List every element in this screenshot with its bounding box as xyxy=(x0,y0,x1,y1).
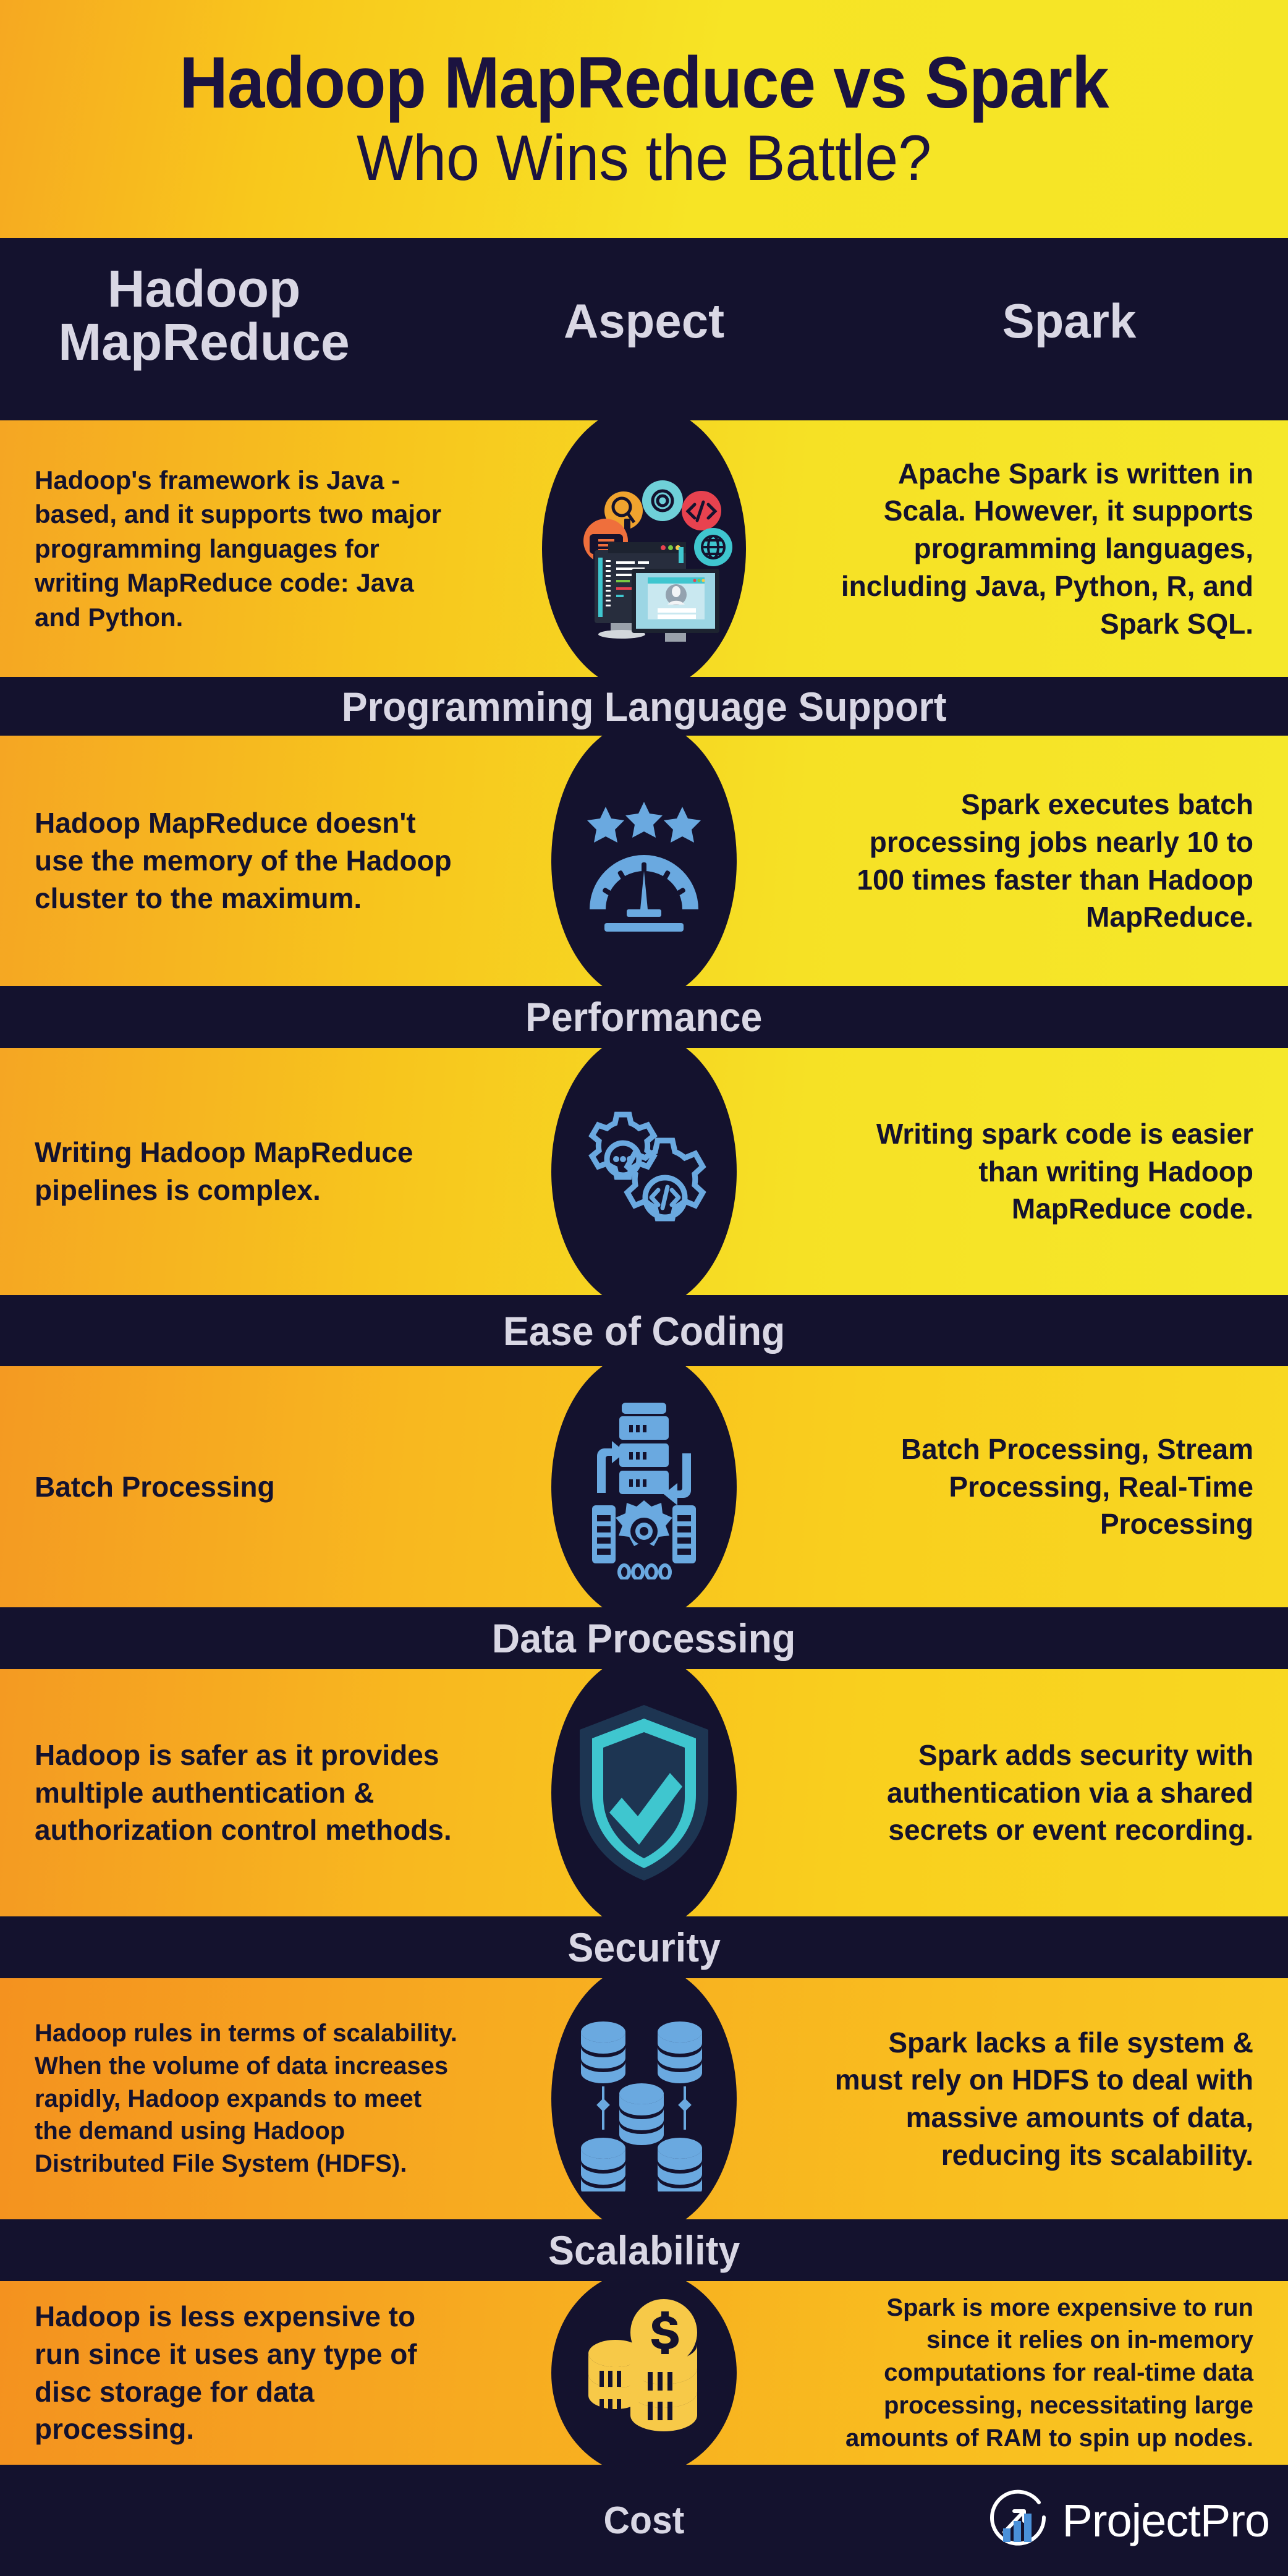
column-title-spark: Spark xyxy=(1002,294,1137,348)
spark-cell: Spark executes batch processing jobs nea… xyxy=(800,736,1288,986)
shield-check-icon xyxy=(551,1700,737,1885)
hadoop-cell: Writing Hadoop MapReduce pipelines is co… xyxy=(0,1048,488,1295)
spark-cell-text: Spark lacks a file system & must rely on… xyxy=(834,2026,1253,2171)
comparison-row: Hadoop is less expensive to run since it… xyxy=(0,2281,1288,2465)
page-subtitle: Who Wins the Battle? xyxy=(356,122,931,195)
spark-cell: Writing spark code is easier than writin… xyxy=(800,1048,1288,1295)
spark-cell: Spark lacks a file system & must rely on… xyxy=(800,1978,1288,2219)
spark-cell-text: Spark executes batch processing jobs nea… xyxy=(857,788,1253,933)
aspect-label: Scalability xyxy=(548,2227,740,2273)
spark-cell-text: Spark is more expensive to run since it … xyxy=(845,2293,1253,2452)
footer-bar: Cost ProjectPro xyxy=(0,2465,1288,2576)
hadoop-cell-text: Hadoop's framework is Java -based, and i… xyxy=(35,465,442,632)
hadoop-cell-text: Writing Hadoop MapReduce pipelines is co… xyxy=(35,1136,413,1206)
hadoop-cell: Hadoop's framework is Java -based, and i… xyxy=(0,420,488,677)
speedometer-icon xyxy=(551,768,737,954)
comparison-row: Hadoop is safer as it provides multiple … xyxy=(0,1669,1288,1916)
spark-cell: Spark is more expensive to run since it … xyxy=(800,2281,1288,2465)
spark-cell-text: Spark adds security with authentication … xyxy=(886,1738,1253,1847)
database-cluster-icon xyxy=(551,2006,737,2191)
growth-chart-circle-icon xyxy=(989,2489,1046,2546)
spark-cell: Batch Processing, Stream Processing, Rea… xyxy=(800,1366,1288,1607)
brand-name: ProjectPro xyxy=(1062,2494,1270,2546)
coding-workstation-icon xyxy=(551,456,737,642)
hadoop-cell: Batch Processing xyxy=(0,1366,488,1607)
gears-code-icon xyxy=(551,1079,737,1264)
hadoop-cell: Hadoop MapReduce doesn't use the memory … xyxy=(0,736,488,986)
hadoop-cell: Hadoop rules in terms of scalability. Wh… xyxy=(0,1978,488,2219)
spark-cell: Apache Spark is written in Scala. Howeve… xyxy=(800,420,1288,677)
aspect-label: Performance xyxy=(525,994,763,1040)
comparison-row: Writing Hadoop MapReduce pipelines is co… xyxy=(0,1048,1288,1295)
infographic-page: Hadoop MapReduce vs Spark Who Wins the B… xyxy=(0,0,1288,2576)
spark-cell-text: Batch Processing, Stream Processing, Rea… xyxy=(900,1432,1253,1541)
aspect-label: Cost xyxy=(603,2499,685,2542)
aspect-label: Security xyxy=(567,1924,721,1970)
aspect-label: Ease of Coding xyxy=(502,1307,786,1354)
hadoop-cell-text: Hadoop is less expensive to run since it… xyxy=(35,2300,417,2446)
hadoop-cell-text: Batch Processing xyxy=(35,1470,275,1503)
aspect-label-bar: Ease of Coding xyxy=(0,1295,1288,1366)
spark-cell: Spark adds security with authentication … xyxy=(800,1669,1288,1916)
hadoop-cell: Hadoop is less expensive to run since it… xyxy=(0,2281,488,2465)
coin-stack-icon xyxy=(551,2287,737,2460)
server-pipeline-icon xyxy=(551,1394,737,1579)
column-title-hadoop-line1: Hadoop xyxy=(107,260,301,318)
aspect-label-bar: Scalability xyxy=(0,2219,1288,2281)
aspect-label-bar: Data Processing xyxy=(0,1607,1288,1669)
hadoop-cell: Hadoop is safer as it provides multiple … xyxy=(0,1669,488,1916)
aspect-label-bar: Performance xyxy=(0,986,1288,1048)
hadoop-cell-text: Hadoop MapReduce doesn't use the memory … xyxy=(35,807,452,914)
column-title-hadoop: Hadoop MapReduce xyxy=(12,260,396,371)
column-header-row: Hadoop MapReduce Aspect Spark xyxy=(0,238,1288,420)
hadoop-cell-text: Hadoop is safer as it provides multiple … xyxy=(35,1738,452,1847)
brand-logo[interactable]: ProjectPro xyxy=(986,2486,1270,2554)
hadoop-cell-text: Hadoop rules in terms of scalability. Wh… xyxy=(35,2020,457,2178)
spark-cell-text: Writing spark code is easier than writin… xyxy=(876,1117,1253,1225)
aspect-label-bar: Security xyxy=(0,1916,1288,1978)
aspect-label: Programming Language Support xyxy=(341,683,947,729)
comparison-row: Hadoop's framework is Java -based, and i… xyxy=(0,420,1288,677)
aspect-label: Data Processing xyxy=(492,1615,796,1661)
column-title-aspect: Aspect xyxy=(563,294,725,348)
spark-cell-text: Apache Spark is written in Scala. Howeve… xyxy=(841,457,1253,640)
comparison-row: Hadoop MapReduce doesn't use the memory … xyxy=(0,736,1288,986)
aspect-label-bar: Programming Language Support xyxy=(0,677,1288,736)
page-title: Hadoop MapReduce vs Spark xyxy=(179,41,1109,124)
comparison-row: Hadoop rules in terms of scalability. Wh… xyxy=(0,1978,1288,2219)
header-banner: Hadoop MapReduce vs Spark Who Wins the B… xyxy=(0,0,1288,238)
column-title-hadoop-line2: MapReduce xyxy=(58,312,350,371)
comparison-row: Batch Processing Batch Processing, Strea… xyxy=(0,1366,1288,1607)
